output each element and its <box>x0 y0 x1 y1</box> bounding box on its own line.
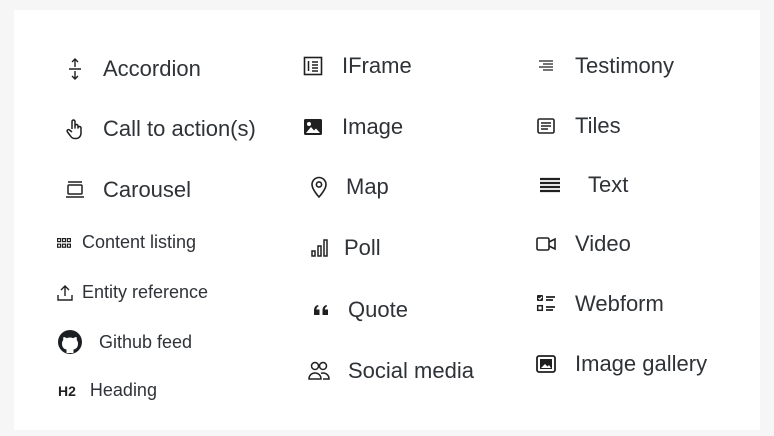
block-webform[interactable]: Webform <box>536 291 664 317</box>
block-tiles-label: Tiles <box>575 113 621 138</box>
tiles-icon <box>536 118 556 134</box>
block-image[interactable]: Image <box>302 114 403 140</box>
block-carousel-label: Carousel <box>103 177 192 202</box>
block-image-gallery[interactable]: Image gallery <box>536 351 707 377</box>
block-quote-label: Quote <box>348 297 408 322</box>
block-github-feed[interactable]: Github feed <box>56 329 192 355</box>
bar-chart-icon <box>310 239 330 257</box>
image-gallery-icon <box>536 355 556 373</box>
block-iframe-label: IFrame <box>342 53 412 78</box>
block-heading-label: Heading <box>89 380 157 400</box>
block-map[interactable]: Map <box>310 174 389 200</box>
text-lines-icon <box>538 177 562 193</box>
iframe-icon <box>302 56 324 76</box>
block-quote[interactable]: Quote <box>312 297 408 323</box>
upload-icon <box>56 284 74 302</box>
block-poll[interactable]: Poll <box>310 235 381 261</box>
carousel-icon <box>64 181 86 199</box>
block-content-listing[interactable]: Content listing <box>56 232 196 253</box>
quote-icon <box>312 304 330 316</box>
block-picker-panel: Accordion Call to action(s) Carousel Con… <box>14 10 760 430</box>
block-map-label: Map <box>346 174 389 199</box>
block-video-label: Video <box>575 231 631 256</box>
block-poll-label: Poll <box>344 235 381 260</box>
hand-pointer-icon <box>64 118 86 140</box>
block-image-gallery-label: Image gallery <box>575 351 708 376</box>
block-tiles[interactable]: Tiles <box>536 113 621 139</box>
block-content-listing-label: Content listing <box>82 232 197 252</box>
block-github-feed-label: Github feed <box>99 331 193 352</box>
block-entity-reference-label: Entity reference <box>82 282 209 302</box>
block-carousel[interactable]: Carousel <box>64 177 191 203</box>
block-iframe[interactable]: IFrame <box>302 53 412 79</box>
block-webform-label: Webform <box>575 291 664 316</box>
map-pin-icon <box>310 176 328 198</box>
video-icon <box>536 237 556 251</box>
block-heading[interactable]: H2 Heading <box>58 380 157 401</box>
grid-icon <box>56 237 72 248</box>
block-social-media-label: Social media <box>348 358 474 383</box>
block-video[interactable]: Video <box>536 231 631 257</box>
block-text-label: Text <box>588 172 629 197</box>
block-call-to-action-label: Call to action(s) <box>103 116 256 141</box>
block-text[interactable]: Text <box>538 172 628 198</box>
checklist-icon <box>536 294 556 314</box>
expand-vertical-icon <box>64 58 86 80</box>
block-accordion-label: Accordion <box>103 56 201 81</box>
people-icon <box>308 361 330 381</box>
testimony-icon <box>536 60 556 72</box>
h2-icon: H2 <box>58 382 76 399</box>
block-accordion[interactable]: Accordion <box>64 56 201 82</box>
image-icon <box>302 118 324 136</box>
block-call-to-action[interactable]: Call to action(s) <box>64 116 256 142</box>
block-entity-reference[interactable]: Entity reference <box>56 282 208 303</box>
block-social-media[interactable]: Social media <box>308 358 474 384</box>
block-testimony-label: Testimony <box>575 53 675 78</box>
github-icon <box>56 329 84 355</box>
block-image-label: Image <box>342 114 404 139</box>
block-testimony[interactable]: Testimony <box>536 53 674 79</box>
